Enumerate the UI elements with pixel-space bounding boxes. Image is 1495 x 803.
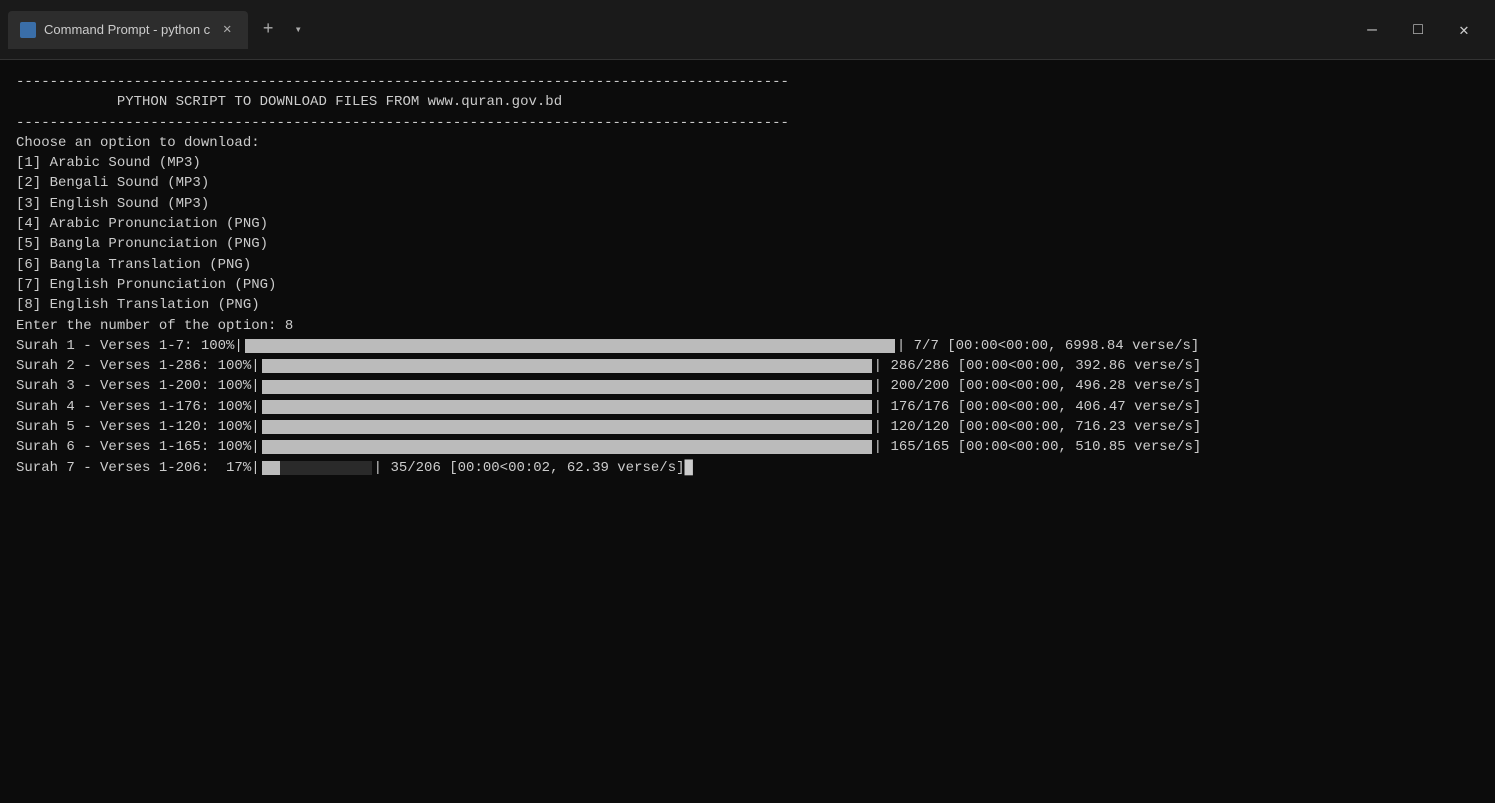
progress-row: Surah 2 - Verses 1-286: 100%| | 286/286 [… (16, 356, 1479, 376)
progress-bar (262, 380, 872, 394)
progress-prefix: Surah 6 - Verses 1-165: 100%| (16, 437, 260, 457)
progress-prefix: Surah 3 - Verses 1-200: 100%| (16, 376, 260, 396)
minimize-button[interactable]: — (1349, 12, 1395, 48)
progress-prefix: Surah 1 - Verses 1-7: 100%| (16, 336, 243, 356)
maximize-button[interactable]: □ (1395, 12, 1441, 48)
progress-row: Surah 3 - Verses 1-200: 100%| | 200/200 [… (16, 376, 1479, 396)
progress-bar (262, 359, 872, 373)
progress-row: Surah 6 - Verses 1-165: 100%| | 165/165 [… (16, 437, 1479, 457)
term-line: ----------------------------------------… (16, 72, 1479, 92)
tab-close-button[interactable]: ✕ (218, 21, 236, 39)
term-line: PYTHON SCRIPT TO DOWNLOAD FILES FROM www… (16, 92, 1479, 112)
term-line: [2] Bengali Sound (MP3) (16, 173, 1479, 193)
term-line: [4] Arabic Pronunciation (PNG) (16, 214, 1479, 234)
progress-suffix: | 165/165 [00:00<00:00, 510.85 verse/s] (874, 437, 1202, 457)
progress-bar-fill (262, 400, 872, 414)
progress-bar-fill (245, 339, 895, 353)
term-line: [1] Arabic Sound (MP3) (16, 153, 1479, 173)
tab-dropdown-button[interactable]: ▾ (284, 16, 312, 44)
progress-row: Surah 7 - Verses 1-206: 17%| | 35/206 [00… (16, 458, 1479, 478)
progress-prefix: Surah 2 - Verses 1-286: 100%| (16, 356, 260, 376)
progress-bar (262, 400, 872, 414)
close-button[interactable]: ✕ (1441, 12, 1487, 48)
progress-prefix: Surah 4 - Verses 1-176: 100%| (16, 397, 260, 417)
tab-area: Command Prompt - python c ✕ + ▾ (8, 0, 1349, 59)
progress-bar-fill (262, 380, 872, 394)
active-tab[interactable]: Command Prompt - python c ✕ (8, 11, 248, 49)
tab-title: Command Prompt - python c (44, 22, 210, 37)
term-line: Choose an option to download: (16, 133, 1479, 153)
term-line: [5] Bangla Pronunciation (PNG) (16, 234, 1479, 254)
progress-bar-fill (262, 440, 872, 454)
progress-bar (262, 420, 872, 434)
term-line: [8] English Translation (PNG) (16, 295, 1479, 315)
progress-prefix: Surah 5 - Verses 1-120: 100%| (16, 417, 260, 437)
progress-bar (262, 461, 372, 475)
new-tab-button[interactable]: + (252, 14, 284, 46)
progress-bar (262, 440, 872, 454)
progress-bar-fill (262, 420, 872, 434)
progress-suffix: | 286/286 [00:00<00:00, 392.86 verse/s] (874, 356, 1202, 376)
term-line: [3] English Sound (MP3) (16, 194, 1479, 214)
tab-icon (20, 22, 36, 38)
progress-suffix: | 7/7 [00:00<00:00, 6998.84 verse/s] (897, 336, 1199, 356)
progress-bar-fill (262, 359, 872, 373)
term-line: [6] Bangla Translation (PNG) (16, 255, 1479, 275)
terminal-area[interactable]: ----------------------------------------… (0, 60, 1495, 803)
progress-prefix: Surah 7 - Verses 1-206: 17%| (16, 458, 260, 478)
titlebar: Command Prompt - python c ✕ + ▾ — □ ✕ (0, 0, 1495, 60)
window-controls: — □ ✕ (1349, 12, 1487, 48)
progress-bar-fill (262, 461, 281, 475)
progress-row: Surah 4 - Verses 1-176: 100%| | 176/176 [… (16, 397, 1479, 417)
progress-row: Surah 1 - Verses 1-7: 100%| | 7/7 [00:00<… (16, 336, 1479, 356)
progress-suffix: | 35/206 [00:00<00:02, 62.39 verse/s]█ (374, 458, 693, 478)
progress-suffix: | 120/120 [00:00<00:00, 716.23 verse/s] (874, 417, 1202, 437)
term-line: ----------------------------------------… (16, 113, 1479, 133)
progress-row: Surah 5 - Verses 1-120: 100%| | 120/120 [… (16, 417, 1479, 437)
progress-suffix: | 200/200 [00:00<00:00, 496.28 verse/s] (874, 376, 1202, 396)
progress-bar (245, 339, 895, 353)
progress-suffix: | 176/176 [00:00<00:00, 406.47 verse/s] (874, 397, 1202, 417)
term-line: Enter the number of the option: 8 (16, 316, 1479, 336)
term-line: [7] English Pronunciation (PNG) (16, 275, 1479, 295)
